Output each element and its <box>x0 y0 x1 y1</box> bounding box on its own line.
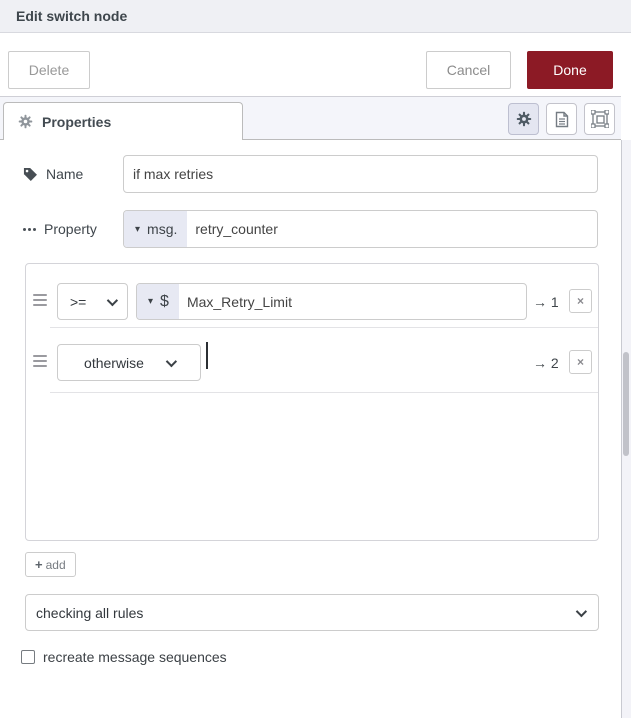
caret-down-icon: ▾ <box>148 296 154 307</box>
caret-down-icon: ▾ <box>135 223 141 235</box>
rule-1-type-dropdown[interactable]: ▾ $ <box>137 284 179 319</box>
description-icon <box>555 111 569 128</box>
name-field-label: Name <box>23 164 83 184</box>
rule-mode-select[interactable]: checking all rules <box>25 594 599 631</box>
rule-1-output-label: → 1 <box>533 294 559 310</box>
expression-type-label: $ <box>160 292 169 310</box>
property-field-label: Property <box>23 219 97 239</box>
tab-properties-label: Properties <box>42 113 112 130</box>
edit-properties-button[interactable] <box>508 103 539 135</box>
edit-description-button[interactable] <box>546 103 577 135</box>
scrollbar-thumb[interactable] <box>623 352 629 456</box>
rule-2-output-label: → 2 <box>533 355 559 371</box>
tab-properties[interactable]: Properties <box>3 102 243 140</box>
property-typed-input: ▾ msg. <box>123 210 598 248</box>
done-button[interactable]: Done <box>527 51 613 89</box>
rule-drag-handle[interactable] <box>33 294 47 306</box>
dialog-header: Edit switch node <box>0 0 631 33</box>
rule-2-remove-button[interactable]: × <box>569 350 592 374</box>
name-input[interactable] <box>123 155 598 193</box>
dialog-title: Edit switch node <box>16 8 128 24</box>
gear-icon <box>516 111 532 127</box>
rule-1-typed-input: ▾ $ <box>136 283 527 320</box>
rule-1-value-input[interactable] <box>178 284 526 319</box>
rule-mode-value: checking all rules <box>36 604 144 621</box>
rule-separator <box>50 327 598 328</box>
recreate-sequences-row: recreate message sequences <box>21 649 227 665</box>
chevron-down-icon <box>165 355 178 367</box>
cancel-button[interactable]: Cancel <box>426 51 511 89</box>
rule-drag-handle[interactable] <box>33 355 47 367</box>
chevron-down-icon <box>575 605 588 617</box>
rule-1-remove-button[interactable]: × <box>569 289 592 313</box>
rule-1-operator-select[interactable]: >= <box>57 283 128 320</box>
edit-group-button[interactable] <box>584 103 615 135</box>
group-icon <box>590 110 609 128</box>
property-type-label: msg. <box>147 221 178 237</box>
add-rule-label: add <box>45 557 66 572</box>
rule-2-operator-select[interactable]: otherwise <box>57 344 201 381</box>
chevron-down-icon <box>106 294 119 306</box>
delete-button[interactable]: Delete <box>8 51 90 89</box>
add-rule-button[interactable]: + add <box>25 552 76 577</box>
recreate-sequences-label: recreate message sequences <box>43 649 227 665</box>
rule-separator <box>50 392 598 393</box>
property-input[interactable] <box>187 211 597 247</box>
text-cursor <box>206 342 208 369</box>
plus-icon: + <box>35 557 43 572</box>
recreate-sequences-checkbox[interactable] <box>21 650 35 664</box>
gear-icon <box>18 114 33 129</box>
ellipsis-icon <box>23 227 36 231</box>
tag-icon <box>23 167 38 182</box>
property-type-dropdown[interactable]: ▾ msg. <box>124 211 188 247</box>
